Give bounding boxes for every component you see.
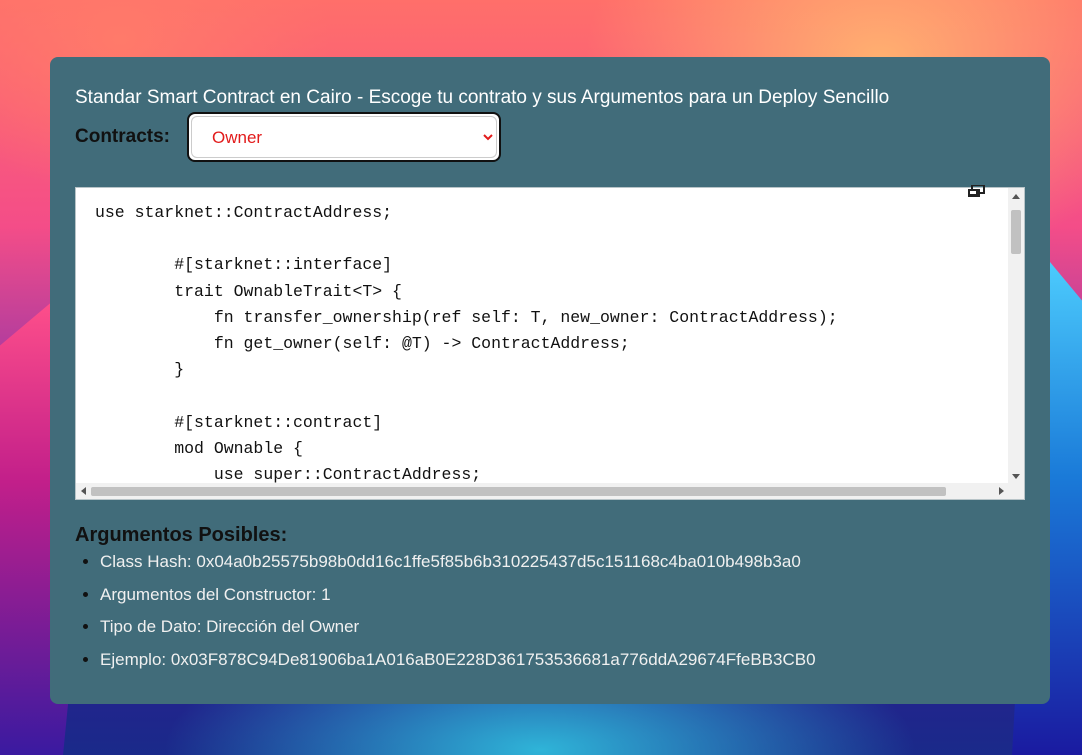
data-type-text: Tipo de Dato: Dirección del Owner [100,617,360,637]
arguments-title: Argumentos Posibles: [75,524,288,546]
horizontal-scroll-thumb[interactable] [91,487,946,496]
scroll-right-arrow-icon[interactable] [999,487,1004,495]
list-item: Argumentos del Constructor: 1 [100,585,816,605]
list-item: Class Hash: 0x04a0b25575b98b0dd16c1ffe5f… [100,552,816,572]
vertical-scroll-thumb[interactable] [1011,210,1021,254]
class-hash-text: Class Hash: 0x04a0b25575b98b0dd16c1ffe5f… [100,552,801,571]
code-area[interactable]: use starknet::ContractAddress; #[starkne… [76,188,1009,484]
copy-button[interactable] [966,185,988,199]
copy-icon [968,185,985,197]
contract-select-frame: Owner [187,112,501,162]
code-text: use starknet::ContractAddress; #[starkne… [95,203,838,484]
vertical-scrollbar[interactable] [1008,188,1024,484]
scroll-down-arrow-icon[interactable] [1012,474,1020,479]
example-text: Ejemplo: 0x03F878C94De81906ba1A016aB0E22… [100,649,816,669]
horizontal-scrollbar[interactable] [76,483,1009,499]
scroll-left-arrow-icon[interactable] [81,487,86,495]
list-item: Tipo de Dato: Dirección del Owner [100,617,816,637]
contracts-label: Contracts: [75,126,171,147]
code-viewer[interactable]: use starknet::ContractAddress; #[starkne… [75,185,1025,500]
list-item: Ejemplo: 0x03F878C94De81906ba1A016aB0E22… [100,650,816,670]
main-panel: Standar Smart Contract en Cairo - Escoge… [50,57,1050,704]
page-title: Standar Smart Contract en Cairo - Escoge… [75,87,890,108]
constructor-args-text: Argumentos del Constructor: 1 [100,584,331,604]
scrollbar-corner [1008,483,1024,499]
scroll-up-arrow-icon[interactable] [1012,194,1020,199]
contract-select[interactable]: Owner [191,116,497,158]
arguments-list: Class Hash: 0x04a0b25575b98b0dd16c1ffe5f… [75,552,816,682]
